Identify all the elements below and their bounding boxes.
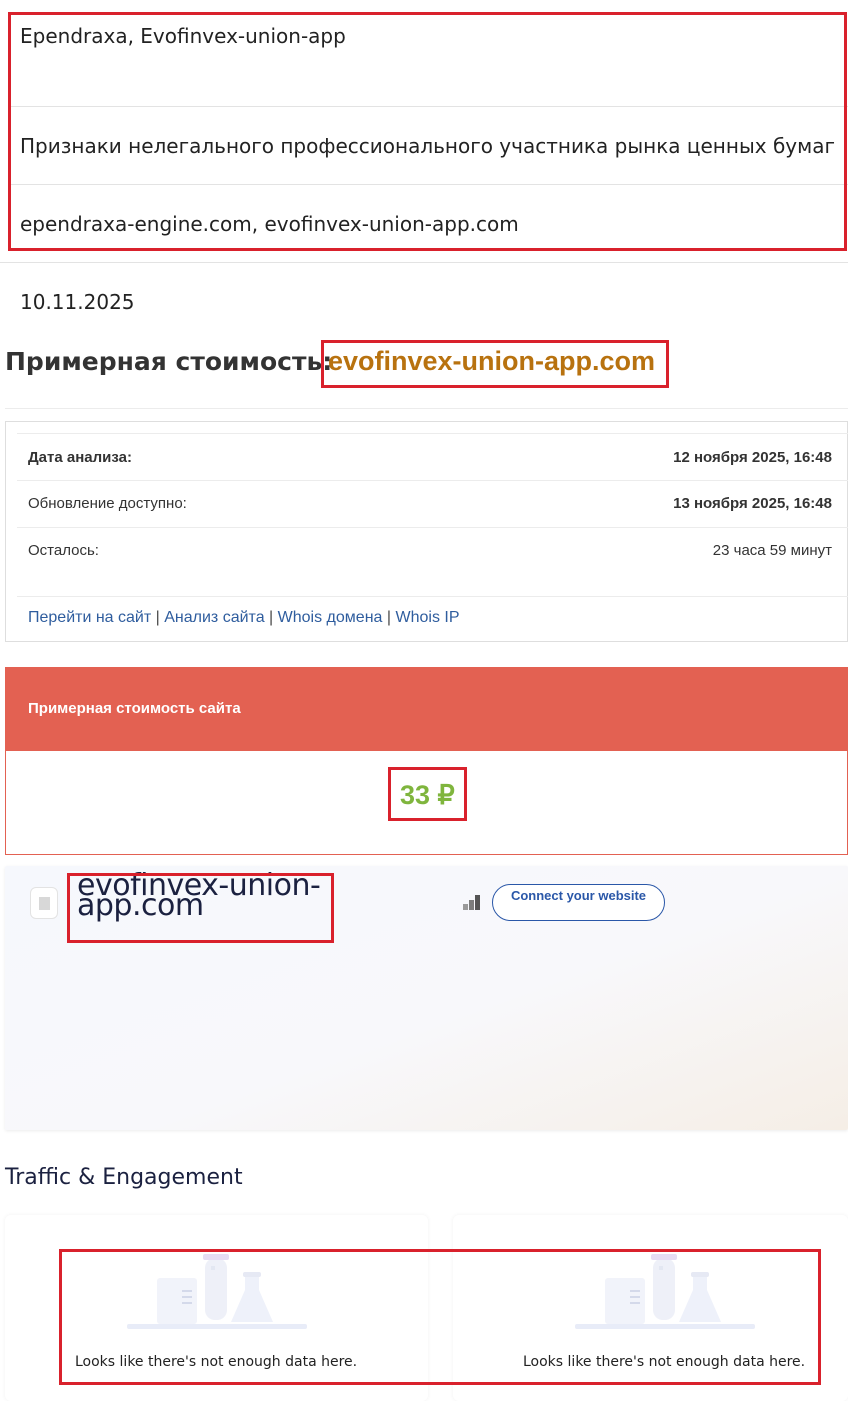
rank-icon (463, 895, 480, 910)
whois-domain-link[interactable]: Whois домена (278, 609, 383, 626)
divider (17, 527, 848, 528)
divider (17, 480, 848, 481)
go-to-site-link[interactable]: Перейти на сайт (28, 609, 151, 626)
analysis-date-label: Дата анализа: (28, 449, 132, 466)
update-available-value: 13 ноября 2025, 16:48 (673, 495, 832, 512)
link-separator: | (155, 609, 160, 626)
remaining-value: 23 часа 59 минут (712, 542, 832, 559)
site-links: Перейти на сайт | Анализ сайта | Whois д… (28, 609, 460, 627)
divider (0, 262, 848, 263)
whois-ip-link[interactable]: Whois IP (395, 609, 459, 626)
analysis-date-value: 12 ноября 2025, 16:48 (673, 449, 832, 466)
connect-website-button[interactable]: Connect your website (492, 884, 665, 921)
link-separator: | (386, 609, 392, 626)
cost-title: Примерная стоимость сайта (28, 700, 241, 717)
divider (17, 433, 848, 434)
highlight-box-no-data (59, 1249, 821, 1385)
highlight-box-domain (321, 340, 669, 388)
traffic-engagement-title: Traffic & Engagement (5, 1165, 243, 1190)
highlight-box-cost (388, 767, 467, 821)
divider (17, 596, 848, 597)
favicon-icon (30, 887, 58, 919)
publication-date: 10.11.2025 (20, 290, 135, 314)
highlight-box-sw-domain (67, 873, 334, 943)
divider (5, 408, 848, 409)
highlight-box-info (8, 12, 847, 251)
link-separator: | (269, 609, 274, 626)
remaining-label: Осталось: (28, 542, 99, 559)
price-heading: Примерная стоимость: (5, 347, 333, 376)
update-available-label: Обновление доступно: (28, 495, 187, 512)
site-analysis-link[interactable]: Анализ сайта (164, 609, 264, 626)
